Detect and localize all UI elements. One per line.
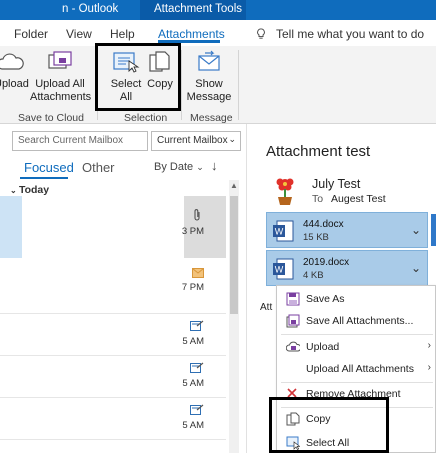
outlook-window: n - Outlook Attachment Tools Folder View… (0, 0, 436, 453)
cloud-icon (286, 341, 300, 352)
row-time: 7 PM (181, 282, 204, 293)
attachment-tools-label: Attachment Tools (154, 3, 243, 15)
attachments-label-fragment: Att (260, 302, 273, 313)
list-item[interactable]: 7 PM (0, 258, 226, 314)
tab-focused[interactable]: Focused (24, 160, 74, 175)
sort-label: By Date (154, 161, 194, 173)
attachment-card[interactable]: W 444.docx 15 KB ⌄ (266, 212, 428, 248)
highlight-box-menu (269, 397, 389, 453)
attachment-name: 444.docx (303, 219, 344, 230)
ribbon-divider (181, 50, 182, 120)
save-as-icon (286, 292, 300, 306)
menu-item-upload-all-attachments[interactable]: Upload All Attachments › (277, 358, 436, 380)
tab-view[interactable]: View (66, 27, 92, 41)
row-time: 3 PM (181, 226, 204, 237)
upload-label: Upload (0, 78, 29, 90)
collapse-icon: ⌄ (10, 186, 19, 195)
envelope-icon (192, 268, 204, 278)
show-message-label-2: Message (186, 91, 232, 103)
ribbon: Upload Upload All Attachments Save to Cl… (0, 46, 436, 124)
list-item[interactable]: 5 AM (0, 398, 226, 440)
menu-separator (281, 334, 433, 335)
row-time: 5 AM (182, 420, 204, 431)
row-time: 5 AM (182, 378, 204, 389)
upload-button[interactable]: Upload (0, 50, 29, 91)
group-label: Today (18, 184, 50, 196)
focused-tab-indicator (20, 177, 68, 179)
chevron-down-icon: ⌄ (196, 162, 204, 172)
sort-by-date-dropdown[interactable]: By Date ⌄ (154, 161, 204, 173)
meeting-icon (190, 320, 204, 331)
attachment-size: 4 KB (303, 270, 324, 281)
tab-folder[interactable]: Folder (14, 27, 48, 41)
highlight-box-ribbon (95, 43, 181, 111)
menu-item-save-as[interactable]: Save As (277, 288, 436, 310)
envelope-arrow-icon (198, 50, 220, 71)
show-message-button[interactable]: Show Message (186, 50, 232, 104)
word-doc-icon: W (273, 220, 294, 242)
mailbox-scope-dropdown[interactable]: Current Mailbox ⌄ (151, 131, 241, 151)
paperclip-icon (194, 209, 200, 221)
list-item[interactable]: 5 AM (0, 356, 226, 398)
next-attachment-edge[interactable] (431, 214, 436, 246)
search-input[interactable]: Search Current Mailbox (12, 131, 148, 151)
recipient-name[interactable]: Augest Test (331, 193, 386, 205)
mailbox-scope-label: Current Mailbox (157, 135, 228, 146)
save-to-cloud-group-label: Save to Cloud (18, 112, 84, 124)
attachment-size: 15 KB (303, 232, 329, 243)
recipient-line: To Augest Test (312, 193, 386, 205)
pane-splitter[interactable] (246, 124, 247, 453)
menu-item-label: Save As (306, 293, 345, 305)
tab-other[interactable]: Other (82, 160, 115, 175)
menu-item-upload[interactable]: Upload › (277, 336, 436, 358)
window-title: n - Outlook (62, 3, 119, 15)
meeting-icon (190, 362, 204, 373)
redacted-area (22, 196, 184, 258)
title-bar: n - Outlook Attachment Tools (0, 0, 436, 20)
submenu-arrow-icon: › (427, 362, 431, 373)
tab-help[interactable]: Help (110, 27, 135, 41)
menu-item-label: Save All Attachments... (306, 315, 414, 327)
selection-group-label: Selection (124, 112, 168, 124)
svg-text:W: W (275, 265, 284, 275)
sort-direction-icon[interactable]: ↓ (211, 158, 218, 173)
row-left-strip (0, 196, 22, 258)
menu-item-label: Upload (306, 341, 340, 353)
submenu-arrow-icon: › (427, 340, 431, 351)
list-item[interactable]: 5 AM (0, 314, 226, 356)
attachment-name: 2019.docx (303, 257, 350, 268)
lightbulb-icon (257, 28, 265, 39)
upload-all-label-2: Attachments (30, 91, 92, 103)
word-doc-icon: W (273, 258, 294, 280)
attachment-card[interactable]: W 2019.docx 4 KB ⌄ (266, 250, 428, 286)
show-message-label-1: Show (195, 78, 223, 90)
row-time: 5 AM (182, 336, 204, 347)
scroll-up-icon[interactable]: ▲ (230, 181, 238, 190)
upload-all-attachments-button[interactable]: Upload All Attachments (30, 50, 92, 104)
menu-item-label: Upload All Attachments (306, 363, 414, 375)
meeting-icon (190, 404, 204, 415)
tab-attachments[interactable]: Attachments (158, 27, 225, 41)
upload-all-icon (48, 51, 72, 69)
cloud-upload-icon (0, 53, 24, 70)
upload-all-label-1: Upload All (35, 78, 85, 90)
save-all-icon (286, 314, 300, 328)
group-header-today[interactable]: ⌄ Today (10, 184, 49, 196)
svg-text:W: W (275, 227, 284, 237)
message-subject: Attachment test (266, 143, 371, 160)
menu-item-save-all-attachments[interactable]: Save All Attachments... (277, 310, 436, 332)
tell-me-search[interactable]: Tell me what you want to do (276, 27, 424, 41)
chevron-down-icon[interactable]: ⌄ (411, 261, 421, 275)
message-group-label: Message (190, 112, 233, 124)
chevron-down-icon: ⌄ (228, 134, 236, 144)
sender-name[interactable]: July Test (312, 177, 360, 191)
ribbon-divider (238, 50, 239, 120)
sender-avatar-flower-icon (276, 178, 294, 205)
attachment-tools-tab[interactable]: Attachment Tools (140, 0, 246, 20)
list-scrollbar-thumb[interactable] (230, 196, 238, 314)
list-item[interactable]: 3 PM (0, 196, 226, 258)
to-label: To (312, 193, 324, 205)
chevron-down-icon[interactable]: ⌄ (411, 223, 421, 237)
